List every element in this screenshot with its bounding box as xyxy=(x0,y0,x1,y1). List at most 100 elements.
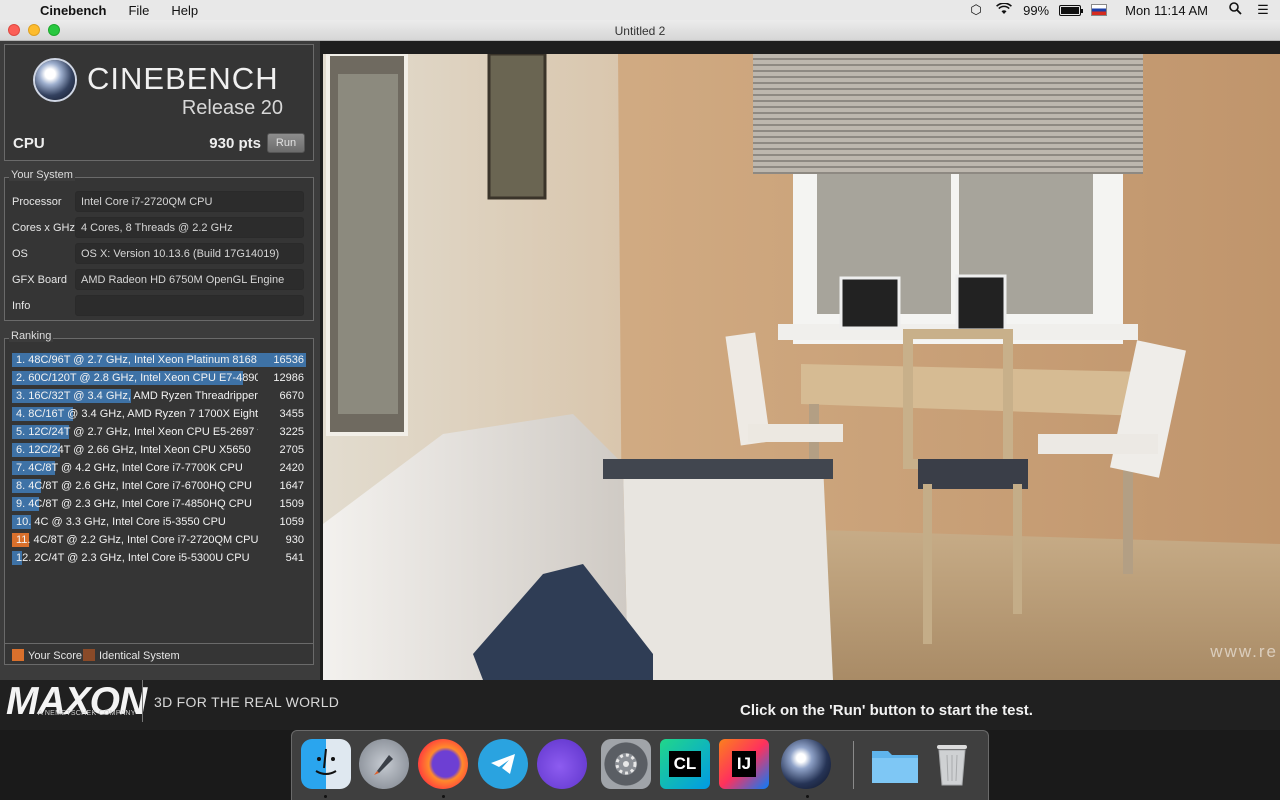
info-field[interactable] xyxy=(75,295,304,316)
ranking-cpu-label: 2. 60C/120T @ 2.8 GHz, Intel Xeon CPU E7… xyxy=(16,372,258,384)
ranking-cpu-label: 7. 4C/8T @ 4.2 GHz, Intel Core i7-7700K … xyxy=(16,462,243,474)
ranking-score: 12986 xyxy=(273,372,304,384)
ranking-score: 3455 xyxy=(279,408,304,420)
left-panel: CINEBENCH Release 20 CPU 930 pts Run You… xyxy=(0,41,320,680)
cores-field[interactable]: 4 Cores, 8 Threads @ 2.2 GHz xyxy=(75,217,304,238)
os-field[interactable]: OS X: Version 10.13.6 (Build 17G14019) xyxy=(75,243,304,264)
system-row-os: OS OS X: Version 10.13.6 (Build 17G14019… xyxy=(5,243,313,265)
ranking-row[interactable]: 12. 2C/4T @ 2.3 GHz, Intel Core i5-5300U… xyxy=(12,550,306,566)
telegram-icon[interactable] xyxy=(478,739,528,789)
ranking-cpu-label: 9. 4C/8T @ 2.3 GHz, Intel Core i7-4850HQ… xyxy=(16,498,252,510)
wifi-icon[interactable] xyxy=(995,1,1013,18)
finder-icon[interactable] xyxy=(301,739,351,789)
downloads-folder-icon[interactable] xyxy=(870,739,920,789)
ranking-box: Ranking 1. 48C/96T @ 2.7 GHz, Intel Xeon… xyxy=(4,330,314,665)
ranking-cpu-label: 10. 4C @ 3.3 GHz, Intel Core i5-3550 CPU xyxy=(16,516,226,528)
footer-tagline: 3D FOR THE REAL WORLD xyxy=(154,694,340,710)
trash-icon[interactable] xyxy=(927,739,977,789)
menu-app-name[interactable]: Cinebench xyxy=(40,3,106,18)
cpu-score: 930 pts xyxy=(209,135,261,152)
ranking-row[interactable]: 8. 4C/8T @ 2.6 GHz, Intel Core i7-6700HQ… xyxy=(12,478,306,494)
your-system-box: Your System Processor Intel Core i7-2720… xyxy=(4,169,314,321)
dock-area: CL IJ xyxy=(0,730,1280,800)
your-system-title: Your System xyxy=(9,169,75,181)
ranking-row[interactable]: 6. 12C/24T @ 2.66 GHz, Intel Xeon CPU X5… xyxy=(12,442,306,458)
menu-help[interactable]: Help xyxy=(171,3,198,18)
run-button[interactable]: Run xyxy=(267,133,305,153)
system-label: Cores x GHz xyxy=(12,222,75,234)
ranking-row[interactable]: 7. 4C/8T @ 4.2 GHz, Intel Core i7-7700K … xyxy=(12,460,306,476)
ranking-row[interactable]: 3. 16C/32T @ 3.4 GHz, AMD Ryzen Threadri… xyxy=(12,388,306,404)
ranking-score: 541 xyxy=(285,552,304,564)
rendered-room-scene xyxy=(323,54,1280,680)
ranking-cpu-label: 1. 48C/96T @ 2.7 GHz, Intel Xeon Platinu… xyxy=(16,354,258,366)
ranking-score: 16536 xyxy=(273,354,304,366)
ranking-score: 930 xyxy=(285,534,304,546)
identical-system-legend: Identical System xyxy=(99,650,180,662)
processor-field[interactable]: Intel Core i7-2720QM CPU xyxy=(75,191,304,212)
gfx-board-field[interactable]: AMD Radeon HD 6750M OpenGL Engine xyxy=(75,269,304,290)
cinebench-dock-icon[interactable] xyxy=(781,739,831,789)
ranking-cpu-label: 12. 2C/4T @ 2.3 GHz, Intel Core i5-5300U… xyxy=(16,552,250,564)
render-watermark: www.re xyxy=(1210,642,1278,661)
battery-fill xyxy=(1061,6,1080,14)
ranking-score: 2420 xyxy=(279,462,304,474)
ranking-cpu-label: 8. 4C/8T @ 2.6 GHz, Intel Core i7-6700HQ… xyxy=(16,480,252,492)
ranking-legend: Your Score Identical System xyxy=(5,643,313,664)
battery-percent: 99% xyxy=(1023,2,1050,18)
ranking-row[interactable]: 2. 60C/120T @ 2.8 GHz, Intel Xeon CPU E7… xyxy=(12,370,306,386)
dock-separator xyxy=(853,741,854,789)
render-viewport: www.re xyxy=(323,54,1280,680)
ranking-cpu-label: 11. 4C/8T @ 2.2 GHz, Intel Core i7-2720Q… xyxy=(16,534,258,546)
system-row-processor: Processor Intel Core i7-2720QM CPU xyxy=(5,191,313,213)
menu-clock[interactable]: Mon 11:14 AM xyxy=(1125,3,1208,18)
menu-bar: Cinebench File Help ⬡ 99% Mon 11:14 AM ☰ xyxy=(0,0,1280,20)
ranking-score: 1647 xyxy=(279,480,304,492)
clion-icon[interactable]: CL xyxy=(660,739,710,789)
dock: CL IJ xyxy=(291,730,989,800)
brand-title: CINEBENCH xyxy=(87,61,279,96)
window-title: Untitled 2 xyxy=(614,24,666,38)
system-label: Processor xyxy=(12,196,62,208)
menu-extras: ⬡ 99% Mon 11:14 AM ☰ xyxy=(967,0,1272,20)
ranking-row[interactable]: 10. 4C @ 3.3 GHz, Intel Core i5-3550 CPU… xyxy=(12,514,306,530)
cpu-test-label: CPU xyxy=(13,135,45,152)
nemetschek-label: A NEMETSCHEK COMPANY xyxy=(38,710,136,717)
battery-icon[interactable] xyxy=(1059,4,1084,16)
menu-file[interactable]: File xyxy=(128,3,149,18)
ranking-score: 3225 xyxy=(279,426,304,438)
system-label: OS xyxy=(12,248,28,260)
window-titlebar: Untitled 2 xyxy=(0,20,1280,41)
spotlight-icon[interactable] xyxy=(1226,2,1244,18)
3d-box-icon[interactable]: ⬡ xyxy=(967,2,985,18)
brand-score-box: CINEBENCH Release 20 CPU 930 pts Run xyxy=(4,44,314,161)
ranking-score: 6670 xyxy=(279,390,304,402)
ranking-row[interactable]: 5. 12C/24T @ 2.7 GHz, Intel Xeon CPU E5-… xyxy=(12,424,306,440)
release-label: Release 20 xyxy=(181,97,283,119)
system-label: GFX Board xyxy=(12,274,68,286)
intellij-idea-icon[interactable]: IJ xyxy=(719,739,769,789)
ranking-score: 1509 xyxy=(279,498,304,510)
intellij-label: IJ xyxy=(731,751,757,777)
system-row-info: Info xyxy=(5,295,313,317)
bottom-bar: MAXON A NEMETSCHEK COMPANY 3D FOR THE RE… xyxy=(0,680,1280,730)
ranking-row[interactable]: 1. 48C/96T @ 2.7 GHz, Intel Xeon Platinu… xyxy=(12,352,306,368)
ranking-row[interactable]: 11. 4C/8T @ 2.2 GHz, Intel Core i7-2720Q… xyxy=(12,532,306,548)
ranking-row[interactable]: 9. 4C/8T @ 2.3 GHz, Intel Core i7-4850HQ… xyxy=(12,496,306,512)
maxon-logo: MAXON xyxy=(6,680,147,723)
ranking-score: 1059 xyxy=(279,516,304,528)
firefox-icon[interactable] xyxy=(418,739,468,789)
system-preferences-icon[interactable] xyxy=(601,739,651,789)
ranking-row[interactable]: 4. 8C/16T @ 3.4 GHz, AMD Ryzen 7 1700X E… xyxy=(12,406,306,422)
input-flag-icon[interactable] xyxy=(1091,4,1108,16)
running-indicator xyxy=(442,795,445,798)
cinebench-logo-icon xyxy=(35,60,75,100)
your-score-legend: Your Score xyxy=(28,650,83,662)
ranking-cpu-label: 4. 8C/16T @ 3.4 GHz, AMD Ryzen 7 1700X E… xyxy=(16,408,258,420)
ranking-title: Ranking xyxy=(9,330,54,342)
identical-system-swatch xyxy=(83,649,95,661)
launchpad-icon[interactable] xyxy=(359,739,409,789)
system-label: Info xyxy=(12,300,31,312)
cloud-app-icon[interactable] xyxy=(537,739,587,789)
notification-list-icon[interactable]: ☰ xyxy=(1254,2,1272,18)
